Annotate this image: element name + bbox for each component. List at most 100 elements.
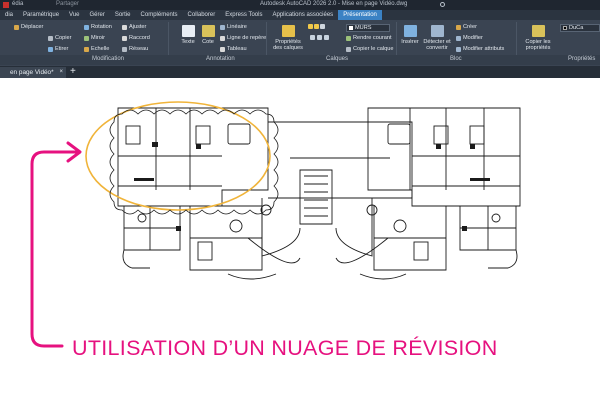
layer-tool-icon [310,35,315,40]
drawing-canvas[interactable]: UTILISATION D’UN NUAGE DE RÉVISION [0,78,600,400]
color-name: DuCa [569,25,584,31]
copy-layer-button[interactable]: Copier le calque [346,46,393,52]
array-label: Réseau [129,46,149,52]
edit-attributes-button[interactable]: Modifier attributs [456,46,504,52]
dimension-button[interactable]: Cote [200,25,216,45]
array-icon [122,46,127,52]
detect-convert-label: Détecter et convertir [423,39,451,51]
ribbon-tabs: dia Paramétrique Vue Gérer Sortie Complé… [0,10,600,20]
rotate-button[interactable]: Rotation [84,24,112,30]
layer-name: MURS [355,25,372,31]
insert-button[interactable]: Insérer [400,25,420,45]
tab-gerer[interactable]: Gérer [85,10,110,20]
table-label: Tableau [227,46,247,52]
insert-icon [403,25,417,37]
edit-block-button[interactable]: Modifier [456,35,483,41]
make-current-label: Rendre courant [353,35,392,41]
ribbon-panel-labels: Modification Annotation Calques Bloc Pro… [0,55,600,65]
edit-attributes-label: Modifier attributs [463,46,505,52]
detect-convert-button[interactable]: Détecter et convertir [422,25,452,51]
move-label: Déplacer [21,24,44,30]
layer-properties-icon [281,25,295,37]
edit-block-icon [456,35,461,41]
tab-sortie[interactable]: Sortie [110,10,136,20]
create-block-label: Créer [463,24,477,30]
leader-label: Ligne de repère [227,35,267,41]
color-dropdown[interactable]: DuCa [560,24,600,32]
dimension-icon [201,25,215,37]
annotation-arrow [30,141,82,348]
layer-tools[interactable] [310,35,329,40]
caption-title: UTILISATION D’UN NUAGE DE RÉVISION [72,336,498,360]
tab-media[interactable]: dia [0,10,18,20]
tab-express-tools[interactable]: Express Tools [220,10,267,20]
move-icon [14,24,19,30]
trim-icon [122,24,127,30]
tab-presentation[interactable]: Présentation [338,10,382,20]
stretch-icon [48,46,53,52]
layer-properties-button[interactable]: Propriétés des calques [272,25,304,51]
mirror-label: Miroir [91,35,105,41]
rotate-icon [84,24,89,30]
floor-plan-fills [134,142,490,231]
mirror-button[interactable]: Miroir [84,35,105,41]
file-tab-bar: en page Vidéo* × + [0,66,600,78]
linear-icon [220,24,225,30]
tab-complements[interactable]: Compléments [136,10,183,20]
leader-button[interactable]: Ligne de repère [220,35,266,41]
text-label: Texte [181,39,195,45]
sun-icon [314,24,319,29]
layer-dropdown[interactable]: MURS [346,24,390,32]
file-tab-label: en page Vidéo* [10,69,54,76]
layer-tool-icon [317,35,322,40]
detect-convert-icon [430,25,444,37]
fillet-icon [122,35,127,41]
create-block-button[interactable]: Créer [456,24,477,30]
title-bar: édia Partager Autodesk AutoCAD 2026 2.0 … [0,0,600,10]
close-icon[interactable]: × [59,67,63,78]
scale-button[interactable]: Echelle [84,46,109,52]
trim-button[interactable]: Ajuster [122,24,146,30]
autocad-logo-icon [3,2,9,8]
move-button[interactable]: Déplacer [14,24,43,30]
layer-toggles[interactable] [308,24,325,29]
file-tab[interactable]: en page Vidéo* × [0,67,66,78]
tab-vue[interactable]: Vue [64,10,84,20]
share-button[interactable]: Partager [56,1,79,7]
stretch-label: Etirer [55,46,69,52]
search-icon[interactable] [440,2,445,7]
fillet-button[interactable]: Raccord [122,35,150,41]
stretch-button[interactable]: Etirer [48,46,68,52]
layer-properties-label: Propriétés des calques [273,39,303,51]
match-properties-button[interactable]: Copier les propriétés [520,25,556,51]
panel-label-bloc[interactable]: Bloc [450,56,462,62]
layer-tool-icon [324,35,329,40]
table-icon [220,46,225,52]
linear-button[interactable]: Linéaire [220,24,247,30]
tab-collaborer[interactable]: Collaborer [183,10,221,20]
fillet-label: Raccord [129,35,150,41]
leader-icon [220,35,225,41]
copy-button[interactable]: Copier [48,35,71,41]
text-button[interactable]: Texte [178,25,198,45]
lock-icon [320,24,325,29]
color-swatch [563,26,567,30]
trim-label: Ajuster [129,24,147,30]
edit-attributes-icon [456,46,461,52]
array-button[interactable]: Réseau [122,46,148,52]
tab-applications-associees[interactable]: Applications associées [267,10,338,20]
dimension-label: Cote [202,39,214,45]
lightbulb-icon [308,24,313,29]
tab-parametrique[interactable]: Paramétrique [18,10,64,20]
panel-label-modification[interactable]: Modification [92,56,124,62]
copy-layer-icon [346,46,351,52]
panel-label-proprietes[interactable]: Propriétés [568,56,595,62]
new-tab-plus-icon[interactable]: + [70,66,76,78]
table-button[interactable]: Tableau [220,46,247,52]
window-title: Autodesk AutoCAD 2026 2.0 - Mise en page… [260,1,408,7]
panel-label-calques[interactable]: Calques [326,56,348,62]
make-current-button[interactable]: Rendre courant [346,35,392,41]
panel-label-annotation[interactable]: Annotation [206,56,235,62]
title-left-text: édia [12,1,24,7]
rotate-label: Rotation [91,24,112,30]
